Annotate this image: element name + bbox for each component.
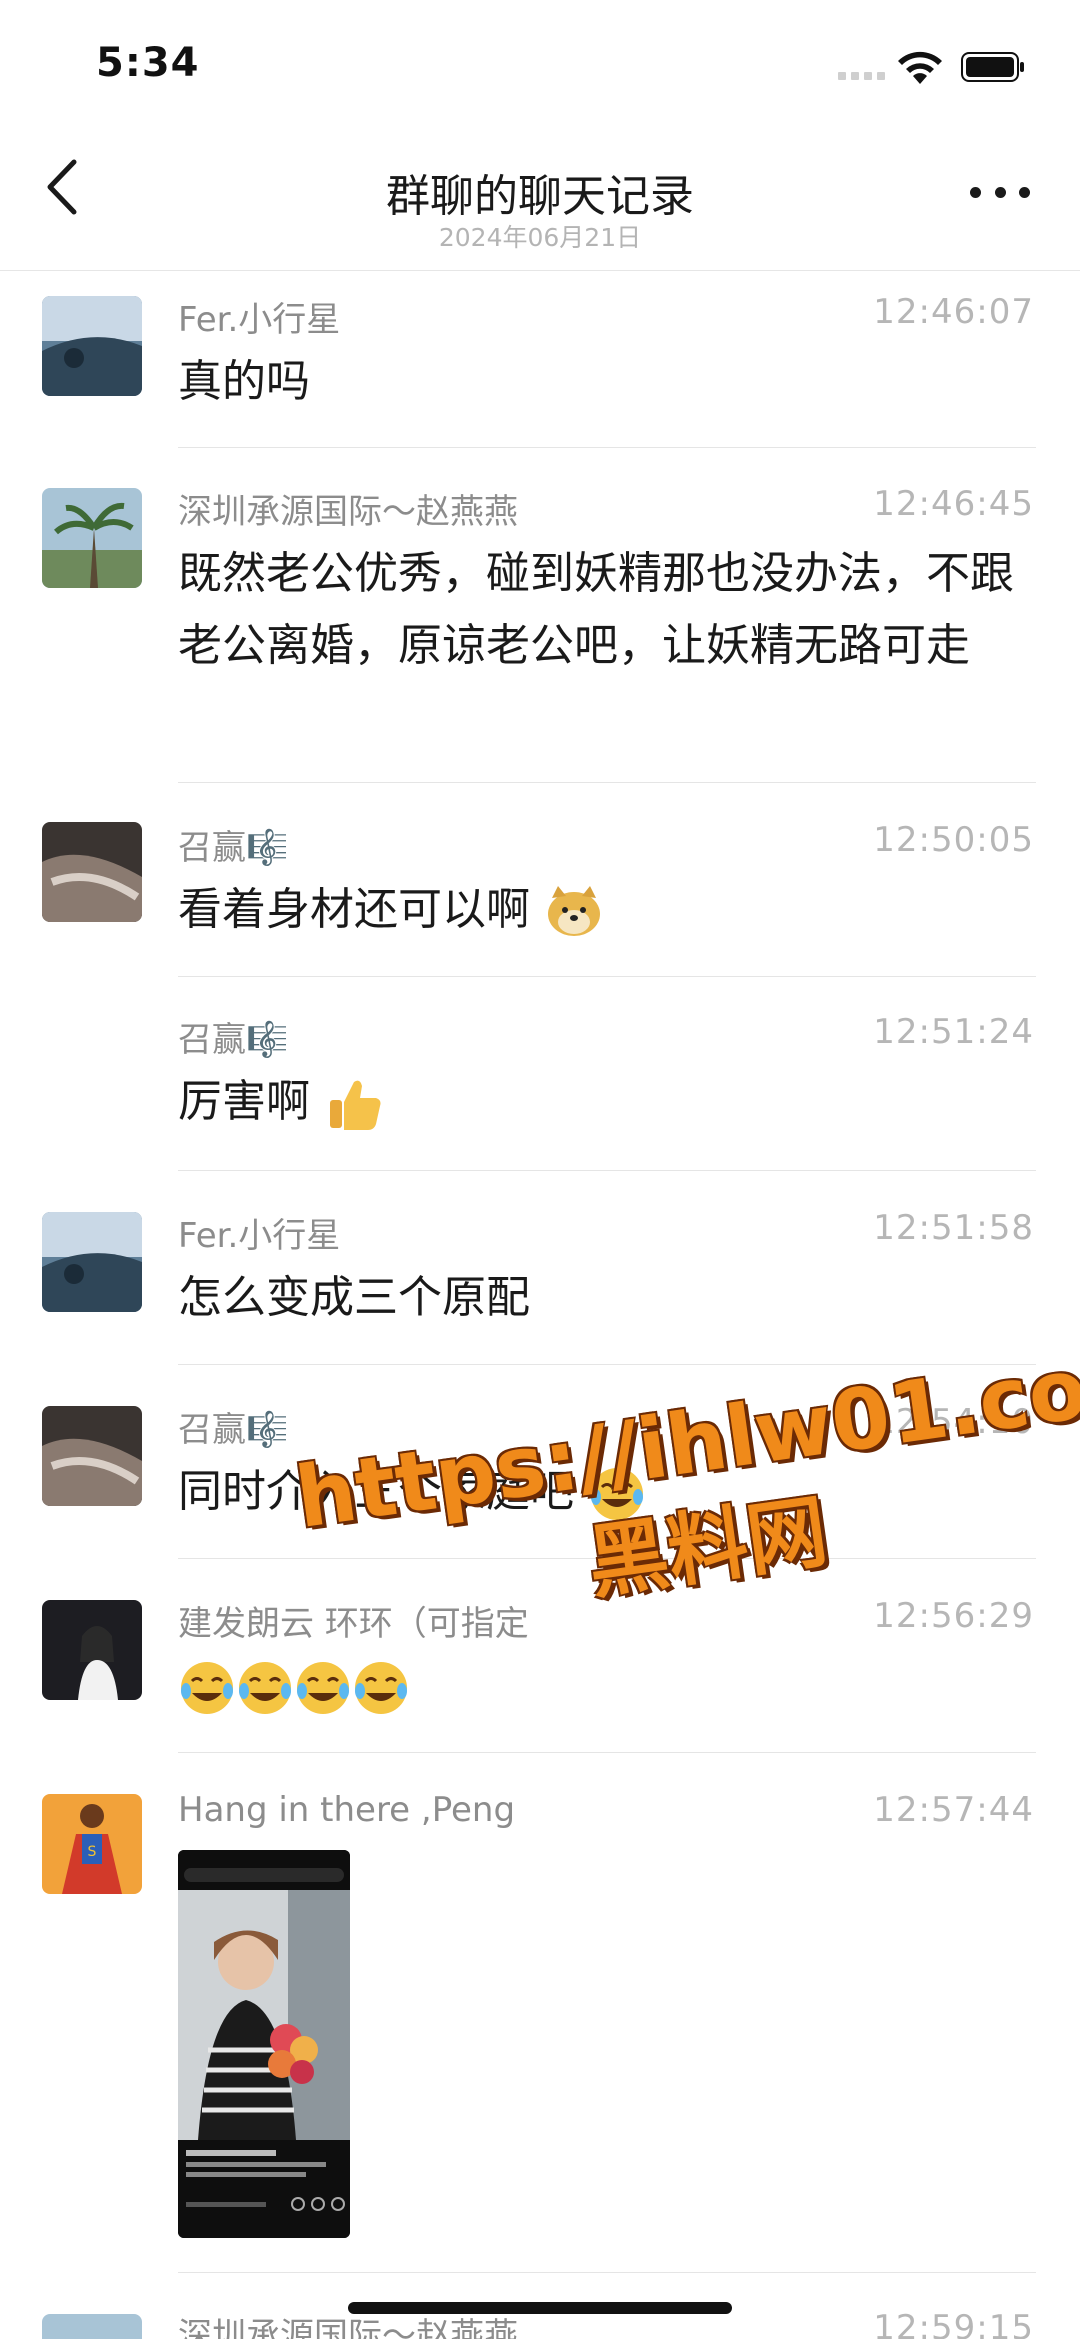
- avatar[interactable]: [42, 1406, 142, 1506]
- status-bar: 5:34: [0, 0, 1080, 130]
- avatar[interactable]: [42, 2314, 142, 2339]
- page-title: 群聊的聊天记录: [386, 171, 694, 222]
- divider: [178, 782, 1036, 783]
- message-text: 厉害啊: [178, 1066, 1028, 1138]
- thumbs-up-icon: [330, 1080, 381, 1130]
- sender-name: Fer.小行星: [178, 1216, 341, 1256]
- divider: [178, 1752, 1036, 1753]
- divider: [178, 976, 1036, 977]
- message-text: 真的吗: [178, 356, 310, 407]
- page-date: 2024年06月21日: [438, 223, 642, 252]
- avatar[interactable]: S: [42, 1794, 142, 1894]
- image-message[interactable]: [178, 1850, 350, 2238]
- home-indicator[interactable]: [348, 2302, 732, 2314]
- cellular-signal-icon: [838, 72, 888, 82]
- sender-name: Fer.小行星: [178, 300, 341, 340]
- message-item: 召赢🎼 12:50:05 看着身材还可以啊: [0, 796, 1080, 976]
- sender-name: Hang in there ,Peng: [178, 1790, 516, 1830]
- status-time: 5:34: [96, 40, 200, 86]
- message-time: 12:51:24: [873, 1012, 1034, 1052]
- message-item: 召赢🎼 12:51:24 厉害啊: [0, 990, 1080, 1170]
- more-dots-icon[interactable]: [970, 182, 1030, 202]
- message-text: 既然老公优秀，碰到妖精那也没办法，不跟老公离婚，原谅老公吧，让妖精无路可走: [178, 548, 1014, 671]
- doge-emoji-icon: [548, 886, 600, 936]
- message-item: S Hang in there ,Peng 12:57:44: [0, 1766, 1080, 2266]
- message-text-content: 厉害啊: [178, 1076, 310, 1127]
- message-text-content: 看着身材还可以啊: [178, 884, 530, 935]
- message-time: 12:50:05: [873, 820, 1034, 860]
- message-item: Fer.小行星 12:46:07 真的吗: [0, 272, 1080, 447]
- message-time: 12:57:44: [873, 1790, 1034, 1830]
- message-emojis: [178, 1650, 1028, 1722]
- sender-name: 召赢🎼: [178, 1020, 289, 1060]
- sender-name: 深圳承源国际～赵燕燕: [178, 492, 518, 532]
- sender-name: 召赢🎼: [178, 828, 289, 868]
- svg-text:S: S: [88, 1844, 97, 1860]
- battery-icon: [961, 52, 1024, 82]
- message-time: 12:46:45: [873, 484, 1034, 524]
- message-item: 深圳承源国际～赵燕燕 12:46:45 既然老公优秀，碰到妖精那也没办法，不跟老…: [0, 462, 1080, 782]
- avatar[interactable]: [42, 296, 142, 396]
- avatar[interactable]: [42, 1600, 142, 1700]
- message-text: 怎么变成三个原配: [178, 1272, 530, 1323]
- laughing-tears-emoji-icon: [181, 1662, 233, 1714]
- divider: [178, 2272, 1036, 2273]
- wifi-icon: [898, 51, 942, 84]
- divider: [178, 1170, 1036, 1171]
- message-time: 12:59:15: [873, 2308, 1034, 2339]
- nav-bar: 群聊的聊天记录 2024年06月21日: [0, 130, 1080, 271]
- message-item: Fer.小行星 12:51:58 怎么变成三个原配: [0, 1184, 1080, 1364]
- divider: [178, 447, 1036, 448]
- message-text: 看着身材还可以啊: [178, 874, 1028, 946]
- message-time: 12:51:58: [873, 1208, 1034, 1248]
- avatar[interactable]: [42, 822, 142, 922]
- laughing-tears-emoji-icon: [239, 1662, 291, 1714]
- message-time: 12:46:07: [873, 292, 1034, 332]
- avatar[interactable]: [42, 1212, 142, 1312]
- sender-name: 召赢🎼: [178, 1410, 289, 1450]
- avatar[interactable]: [42, 488, 142, 588]
